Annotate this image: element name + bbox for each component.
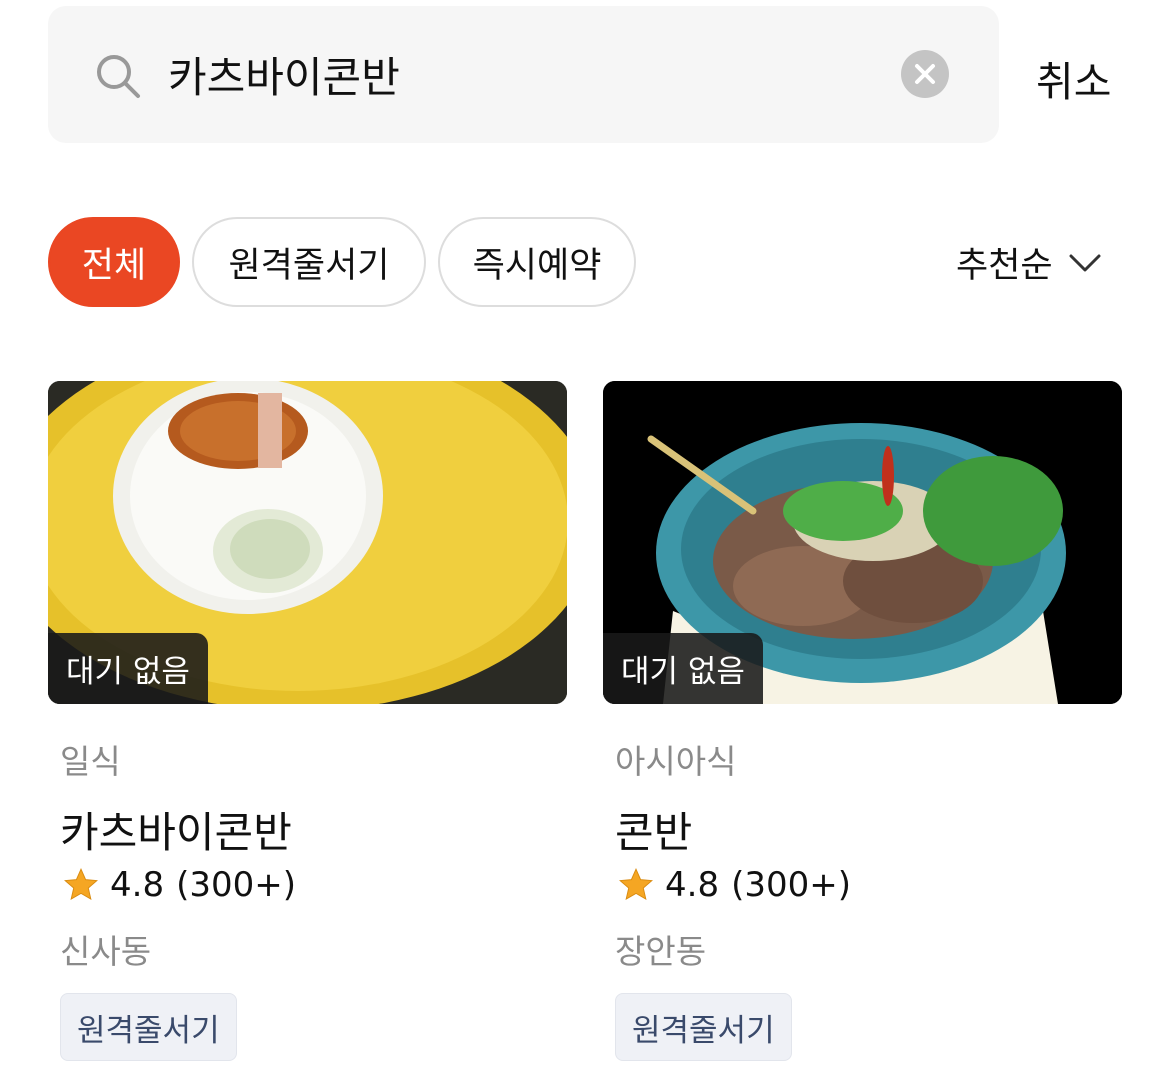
review-count: (300+) xyxy=(731,865,851,905)
filter-chip-all[interactable]: 전체 xyxy=(48,217,180,307)
restaurant-name: 카츠바이콘반 xyxy=(60,808,292,857)
wait-status-badge: 대기 없음 xyxy=(48,633,208,704)
rating-score: 4.8 xyxy=(110,865,165,905)
sort-dropdown[interactable]: 추천순 xyxy=(956,237,1101,288)
filter-chip-instant-reservation[interactable]: 즉시예약 xyxy=(438,217,636,307)
review-count: (300+) xyxy=(176,865,296,905)
chevron-down-icon xyxy=(1069,254,1101,271)
sort-label: 추천순 xyxy=(956,246,1053,286)
service-tag: 원격줄서기 xyxy=(60,993,237,1061)
cancel-button[interactable]: 취소 xyxy=(1036,48,1111,108)
restaurant-rating: 4.8 (300+) xyxy=(617,865,851,905)
restaurant-location: 장안동 xyxy=(615,932,707,971)
restaurant-photo: 대기 없음 xyxy=(603,381,1122,704)
star-icon xyxy=(619,867,653,901)
restaurant-location: 신사동 xyxy=(60,932,152,971)
restaurant-category: 일식 xyxy=(60,742,121,781)
restaurant-category: 아시아식 xyxy=(615,742,737,781)
restaurant-card[interactable]: 대기 없음 아시아식 콘반 4.8 (300+) 장안동 원격줄서기 xyxy=(603,381,1122,1061)
search-icon xyxy=(97,55,140,98)
star-icon xyxy=(64,867,98,901)
clear-search-button[interactable] xyxy=(901,50,949,98)
wait-status-badge: 대기 없음 xyxy=(603,633,763,704)
close-icon xyxy=(915,64,935,84)
restaurant-name: 콘반 xyxy=(615,808,693,857)
restaurant-rating: 4.8 (300+) xyxy=(62,865,296,905)
restaurant-photo: 대기 없음 xyxy=(48,381,567,704)
search-input[interactable] xyxy=(168,44,868,104)
filter-chip-remote-queue[interactable]: 원격줄서기 xyxy=(192,217,426,307)
restaurant-card[interactable]: 대기 없음 일식 카츠바이콘반 4.8 (300+) 신사동 원격줄서기 xyxy=(48,381,567,1061)
service-tag: 원격줄서기 xyxy=(615,993,792,1061)
rating-score: 4.8 xyxy=(665,865,720,905)
